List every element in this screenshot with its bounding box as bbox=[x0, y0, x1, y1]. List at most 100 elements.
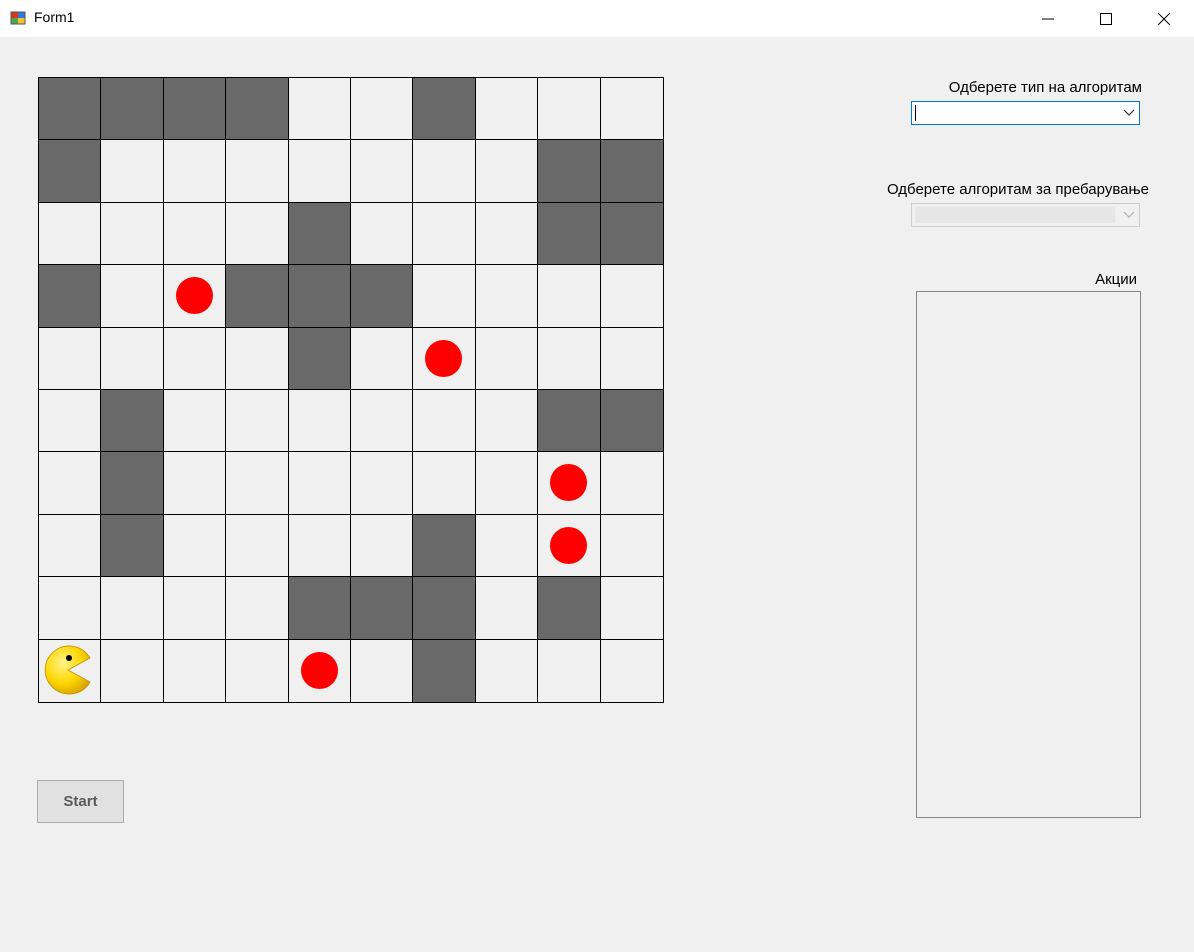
grid-cell bbox=[39, 327, 102, 390]
grid-cell bbox=[101, 265, 164, 328]
wall-cell bbox=[101, 514, 164, 578]
grid-cell bbox=[413, 140, 476, 203]
grid-cell bbox=[413, 327, 476, 390]
chevron-down-icon[interactable] bbox=[1123, 109, 1135, 117]
wall-cell bbox=[101, 452, 164, 515]
wall-cell bbox=[600, 140, 663, 203]
minimize-icon bbox=[1042, 18, 1054, 20]
grid-cell bbox=[163, 265, 227, 328]
grid-cell bbox=[163, 577, 227, 640]
disabled-fill bbox=[915, 207, 1115, 223]
food-dot bbox=[175, 277, 213, 315]
grid-cell bbox=[226, 327, 289, 390]
app-icon bbox=[10, 10, 26, 26]
grid-cell bbox=[39, 202, 102, 266]
actions-label: Акции bbox=[1095, 271, 1137, 288]
wall-cell bbox=[351, 265, 414, 328]
grid-cell bbox=[101, 639, 164, 702]
grid-cell bbox=[288, 390, 351, 453]
wall-cell bbox=[413, 78, 476, 141]
wall-cell bbox=[288, 327, 351, 390]
wall-cell bbox=[226, 78, 289, 141]
grid-cell bbox=[475, 514, 539, 578]
wall-cell bbox=[538, 390, 601, 453]
food-dot bbox=[550, 526, 588, 564]
grid-cell bbox=[163, 140, 227, 203]
algorithm-type-dropdown[interactable] bbox=[911, 101, 1140, 125]
wall-cell bbox=[600, 202, 663, 266]
wall-cell bbox=[538, 577, 601, 640]
grid-cell bbox=[226, 202, 289, 266]
grid-cell bbox=[163, 452, 227, 515]
grid-cell bbox=[226, 639, 289, 702]
wall-cell bbox=[538, 202, 601, 266]
start-button[interactable]: Start bbox=[37, 780, 124, 823]
minimize-button[interactable] bbox=[1019, 0, 1077, 37]
wall-cell bbox=[288, 577, 351, 640]
grid-cell bbox=[39, 577, 102, 640]
grid-cell bbox=[413, 202, 476, 266]
actions-listbox[interactable] bbox=[916, 291, 1141, 818]
wall-cell bbox=[39, 78, 102, 141]
grid-cell bbox=[475, 140, 539, 203]
grid-cell bbox=[413, 452, 476, 515]
food-dot bbox=[550, 464, 588, 502]
close-button[interactable] bbox=[1135, 0, 1193, 37]
wall-cell bbox=[101, 390, 164, 453]
grid-cell bbox=[600, 639, 663, 702]
grid-cell bbox=[413, 390, 476, 453]
grid-cell bbox=[475, 577, 539, 640]
wall-cell bbox=[101, 78, 164, 141]
grid-cell bbox=[600, 577, 663, 640]
grid-cell bbox=[475, 78, 539, 141]
grid-cell bbox=[600, 514, 663, 578]
grid-cell bbox=[351, 514, 414, 578]
close-icon bbox=[1157, 12, 1171, 26]
grid-cell bbox=[163, 514, 227, 578]
grid-cell bbox=[351, 202, 414, 266]
grid-cell bbox=[39, 639, 102, 702]
grid-cell bbox=[600, 452, 663, 515]
algorithm-type-label: Одберете тип на алгоритам bbox=[948, 79, 1142, 96]
grid-cell bbox=[226, 514, 289, 578]
search-algorithm-dropdown[interactable] bbox=[911, 203, 1140, 227]
wall-cell bbox=[413, 577, 476, 640]
grid-cell bbox=[600, 327, 663, 390]
wall-cell bbox=[538, 140, 601, 203]
grid-cell bbox=[101, 202, 164, 266]
title-bar: Form1 bbox=[0, 0, 1194, 37]
wall-cell bbox=[288, 202, 351, 266]
grid-cell bbox=[288, 452, 351, 515]
grid-cell bbox=[163, 390, 227, 453]
grid-cell bbox=[475, 390, 539, 453]
window-title: Form1 bbox=[34, 9, 75, 25]
wall-cell bbox=[600, 390, 663, 453]
grid-cell bbox=[39, 390, 102, 453]
grid-cell bbox=[39, 514, 102, 578]
grid-cell bbox=[163, 639, 227, 702]
wall-cell bbox=[226, 265, 289, 328]
grid-cell bbox=[475, 265, 539, 328]
grid-cell bbox=[475, 452, 539, 515]
grid-cell bbox=[163, 327, 227, 390]
search-algorithm-label: Одберете алгоритам за пребарување bbox=[886, 181, 1149, 198]
grid-cell bbox=[600, 265, 663, 328]
grid-cell bbox=[538, 639, 601, 702]
grid-cell bbox=[351, 390, 414, 453]
grid-cell bbox=[163, 202, 227, 266]
maximize-button[interactable] bbox=[1077, 0, 1135, 37]
grid-cell bbox=[351, 452, 414, 515]
grid-cell bbox=[475, 327, 539, 390]
food-dot bbox=[300, 651, 338, 689]
wall-cell bbox=[39, 140, 102, 203]
grid-cell bbox=[413, 265, 476, 328]
game-board bbox=[38, 77, 664, 703]
wall-cell bbox=[413, 514, 476, 578]
wall-cell bbox=[288, 265, 351, 328]
grid-cell bbox=[538, 514, 601, 578]
grid-cell bbox=[538, 452, 601, 515]
grid-cell bbox=[101, 577, 164, 640]
grid-cell bbox=[226, 577, 289, 640]
grid-cell bbox=[475, 202, 539, 266]
wall-cell bbox=[413, 639, 476, 702]
